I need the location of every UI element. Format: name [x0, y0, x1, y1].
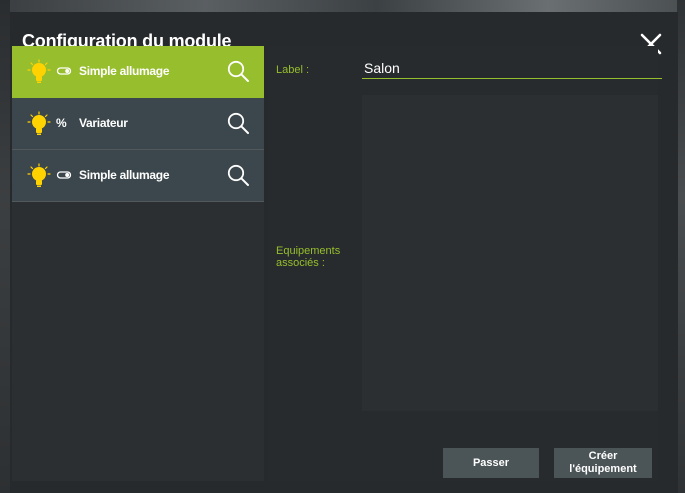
create-equipment-label-line2: l'équipement — [569, 463, 637, 475]
create-equipment-label-line1: Créer — [588, 450, 618, 462]
module-item-2[interactable]: % Variateur — [12, 98, 264, 150]
equipments-list[interactable] — [362, 95, 658, 411]
lightbulb-icon — [27, 59, 51, 83]
module-item-label: Simple allumage — [79, 168, 170, 182]
module-item-label: Simple allumage — [79, 64, 170, 78]
skip-button[interactable]: Passer — [443, 448, 539, 478]
module-list: Simple allumage % Variateur Simple allum… — [12, 46, 264, 481]
percent-icon: % — [56, 116, 67, 130]
search-icon[interactable] — [226, 59, 250, 83]
label-caption: Label : — [276, 64, 310, 76]
toggle-switch-icon — [56, 67, 72, 75]
module-item-1[interactable]: Simple allumage — [12, 46, 264, 98]
toggle-switch-icon — [56, 171, 72, 179]
background-right — [677, 0, 685, 493]
label-input[interactable] — [362, 58, 662, 79]
background-top — [0, 0, 685, 12]
lightbulb-icon — [27, 163, 51, 187]
background-left — [0, 0, 10, 493]
module-item-label: Variateur — [79, 116, 128, 130]
module-item-3[interactable]: Simple allumage — [12, 150, 264, 202]
search-icon[interactable] — [226, 111, 250, 135]
search-icon[interactable] — [226, 163, 250, 187]
create-equipment-button[interactable]: Créer l'équipement — [554, 448, 652, 478]
equipments-caption: Equipements associés : — [276, 245, 341, 269]
lightbulb-icon — [27, 111, 51, 135]
